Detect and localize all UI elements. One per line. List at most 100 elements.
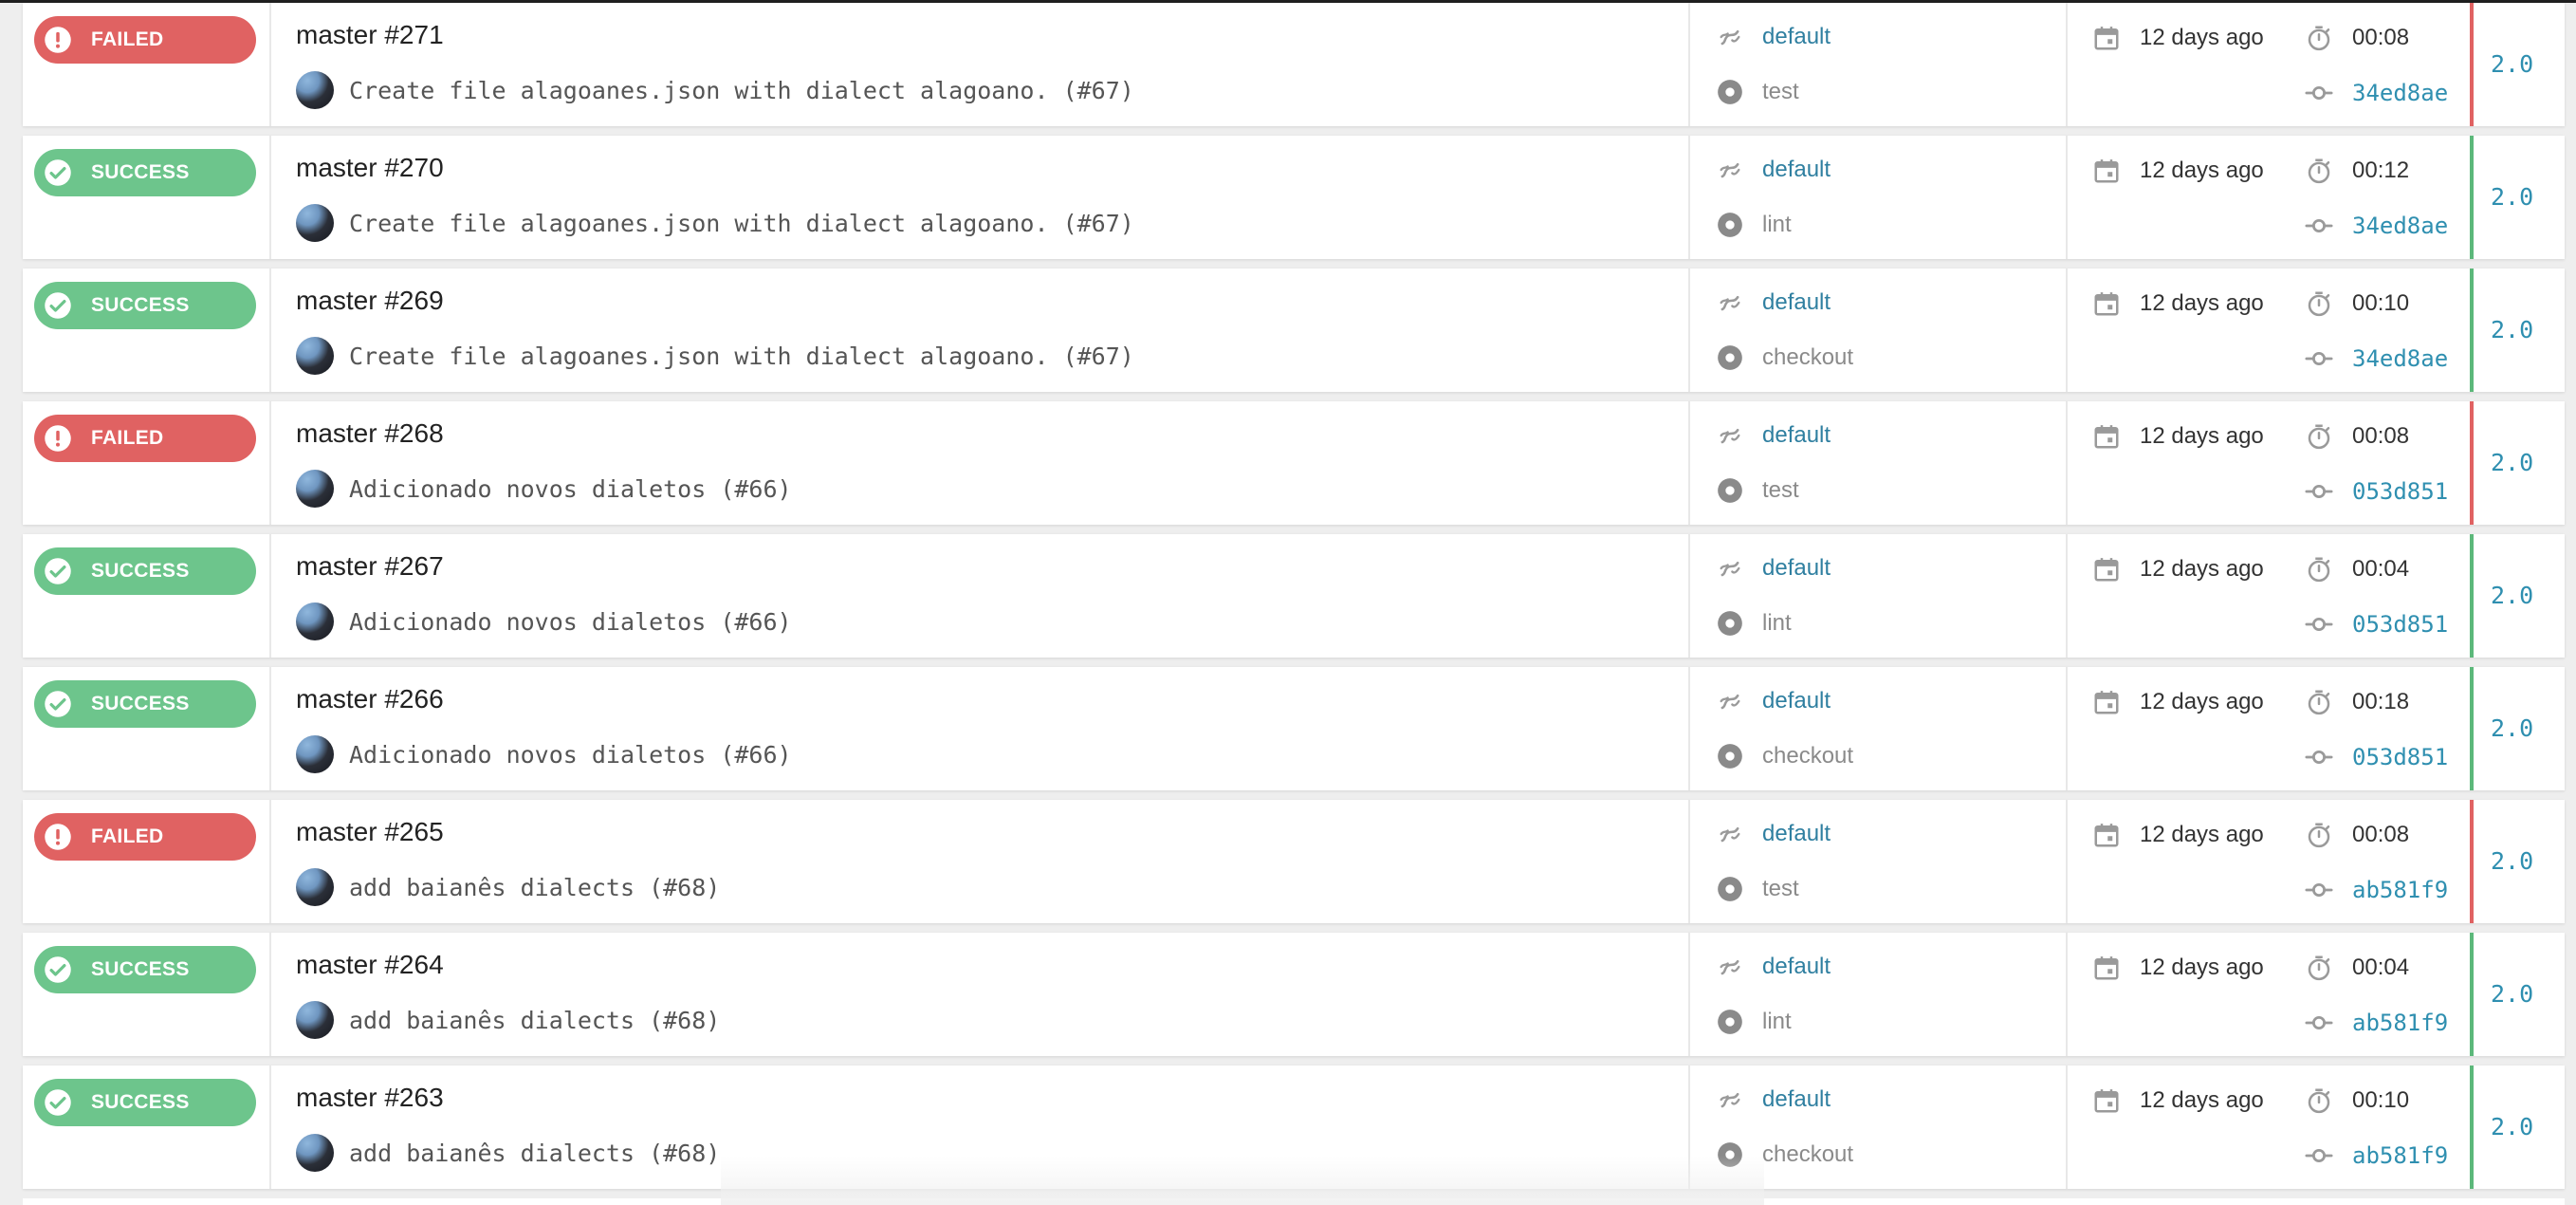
step-line: lint [1717,1009,1792,1035]
build-title[interactable]: master #267 [296,551,444,582]
build-title[interactable]: master #269 [296,286,444,316]
commit-sha-link[interactable]: 053d851 [2352,611,2448,638]
pipeline-name[interactable]: default [1762,422,1831,449]
commit-sha-link[interactable]: 34ed8ae [2352,80,2448,106]
pipeline-name[interactable]: default [1762,821,1831,847]
commit-message: Create file alagoanes.json with dialect … [349,76,1134,104]
pipeline-link-icon [1717,422,1743,449]
pipeline-name[interactable]: default [1762,555,1831,582]
step-name: checkout [1762,1141,1854,1167]
build-title[interactable]: master #268 [296,418,444,449]
started-time: 12 days ago [2092,688,2264,716]
step-line: test [1717,79,1799,105]
version-label: 2.0 [2491,980,2534,1008]
pipeline-line: default [1717,954,1831,980]
status-label: SUCCESS [91,560,190,582]
build-title[interactable]: master #264 [296,950,444,980]
build-title[interactable]: master #270 [296,153,444,183]
meta-cell: 12 days ago 00:04 ab581f9 [2068,933,2470,1056]
commit-sha-link[interactable]: ab581f9 [2352,1142,2448,1169]
status-cell: FAILED [23,800,271,923]
stopwatch-icon [2305,289,2333,318]
started-text: 12 days ago [2140,689,2264,714]
pipeline-cell: default lint [1690,136,2068,259]
commit-icon [2305,212,2333,240]
pipeline-link-icon [1717,954,1743,980]
build-row[interactable]: SUCCESS master #269 Create file alagoane… [23,269,2565,392]
version-cell: 2.0 [2470,136,2565,259]
commit-sha-link[interactable]: ab581f9 [2352,1010,2448,1036]
build-row[interactable]: SUCCESS master #263 add baianês dialects… [23,1066,2565,1189]
build-title[interactable]: master #271 [296,20,444,50]
build-info-cell: master #268 Adicionado novos dialetos (#… [271,401,1690,525]
build-row[interactable]: FAILED master #268 Adicionado novos dial… [23,401,2565,525]
build-row[interactable]: SUCCESS master #266 Adicionado novos dia… [23,667,2565,790]
check-circle-icon [44,158,72,187]
commit-sha-link[interactable]: 053d851 [2352,744,2448,770]
pipeline-name[interactable]: default [1762,24,1831,50]
version-label: 2.0 [2491,714,2534,742]
build-title[interactable]: master #265 [296,817,444,847]
stopwatch-icon [2305,422,2333,451]
pipeline-cell: default checkout [1690,667,2068,790]
status-badge: SUCCESS [34,282,256,329]
commit-sha-link[interactable]: 053d851 [2352,478,2448,505]
step-name: lint [1762,212,1792,237]
version-cell: 2.0 [2470,667,2565,790]
started-text: 12 days ago [2140,556,2264,582]
exclamation-circle-icon [44,424,72,453]
pipeline-cell: default lint [1690,933,2068,1056]
pipeline-name[interactable]: default [1762,1086,1831,1113]
commit-sha: ab581f9 [2305,1141,2448,1170]
calendar-icon [2092,555,2121,584]
build-title[interactable]: master #266 [296,684,444,714]
status-label: SUCCESS [91,1091,190,1113]
started-text: 12 days ago [2140,1087,2264,1113]
check-circle-icon [44,690,72,718]
build-info-cell: master #269 Create file alagoanes.json w… [271,269,1690,392]
build-row[interactable]: SUCCESS master #267 Adicionado novos dia… [23,534,2565,658]
pipeline-name[interactable]: default [1762,954,1831,980]
step-name: test [1762,79,1799,104]
version-label: 2.0 [2491,50,2534,78]
pipeline-name[interactable]: default [1762,688,1831,714]
build-row[interactable]: FAILED master #271 Create file alagoanes… [23,3,2565,126]
duration: 00:08 [2305,24,2409,52]
commit-line: add baianês dialects (#68) [296,1134,720,1172]
pipeline-line: default [1717,157,1831,183]
commit-sha: 053d851 [2305,477,2448,506]
check-circle-icon [44,291,72,320]
commit-sha-link[interactable]: 34ed8ae [2352,213,2448,239]
step-dot-icon [1717,477,1743,504]
stopwatch-icon [2305,821,2333,849]
step-dot-icon [1717,1141,1743,1168]
version-label: 2.0 [2491,316,2534,343]
commit-sha-link[interactable]: ab581f9 [2352,877,2448,903]
status-cell: SUCCESS [23,136,271,259]
pipeline-cell: default checkout [1690,269,2068,392]
duration-text: 00:04 [2352,556,2410,582]
version-cell: 2.0 [2470,401,2565,525]
pipeline-name[interactable]: default [1762,289,1831,316]
commit-icon [2305,79,2333,107]
commit-icon [2305,477,2333,506]
status-badge: SUCCESS [34,547,256,595]
step-dot-icon [1717,610,1743,637]
duration: 00:04 [2305,555,2409,584]
commit-line: add baianês dialects (#68) [296,868,720,906]
duration-text: 00:04 [2352,955,2410,980]
build-row[interactable]: SUCCESS master #264 add baianês dialects… [23,933,2565,1056]
avatar [296,735,334,773]
version-label: 2.0 [2491,183,2534,211]
version-label: 2.0 [2491,1113,2534,1140]
build-title[interactable]: master #263 [296,1083,444,1113]
pipeline-name[interactable]: default [1762,157,1831,183]
build-row[interactable]: FAILED master #265 add baianês dialects … [23,800,2565,923]
started-text: 12 days ago [2140,423,2264,449]
build-row[interactable]: SUCCESS master #270 Create file alagoane… [23,136,2565,259]
duration-text: 00:10 [2352,1087,2410,1113]
avatar [296,337,334,375]
check-circle-icon [44,557,72,585]
pipeline-cell: default lint [1690,534,2068,658]
commit-sha-link[interactable]: 34ed8ae [2352,345,2448,372]
